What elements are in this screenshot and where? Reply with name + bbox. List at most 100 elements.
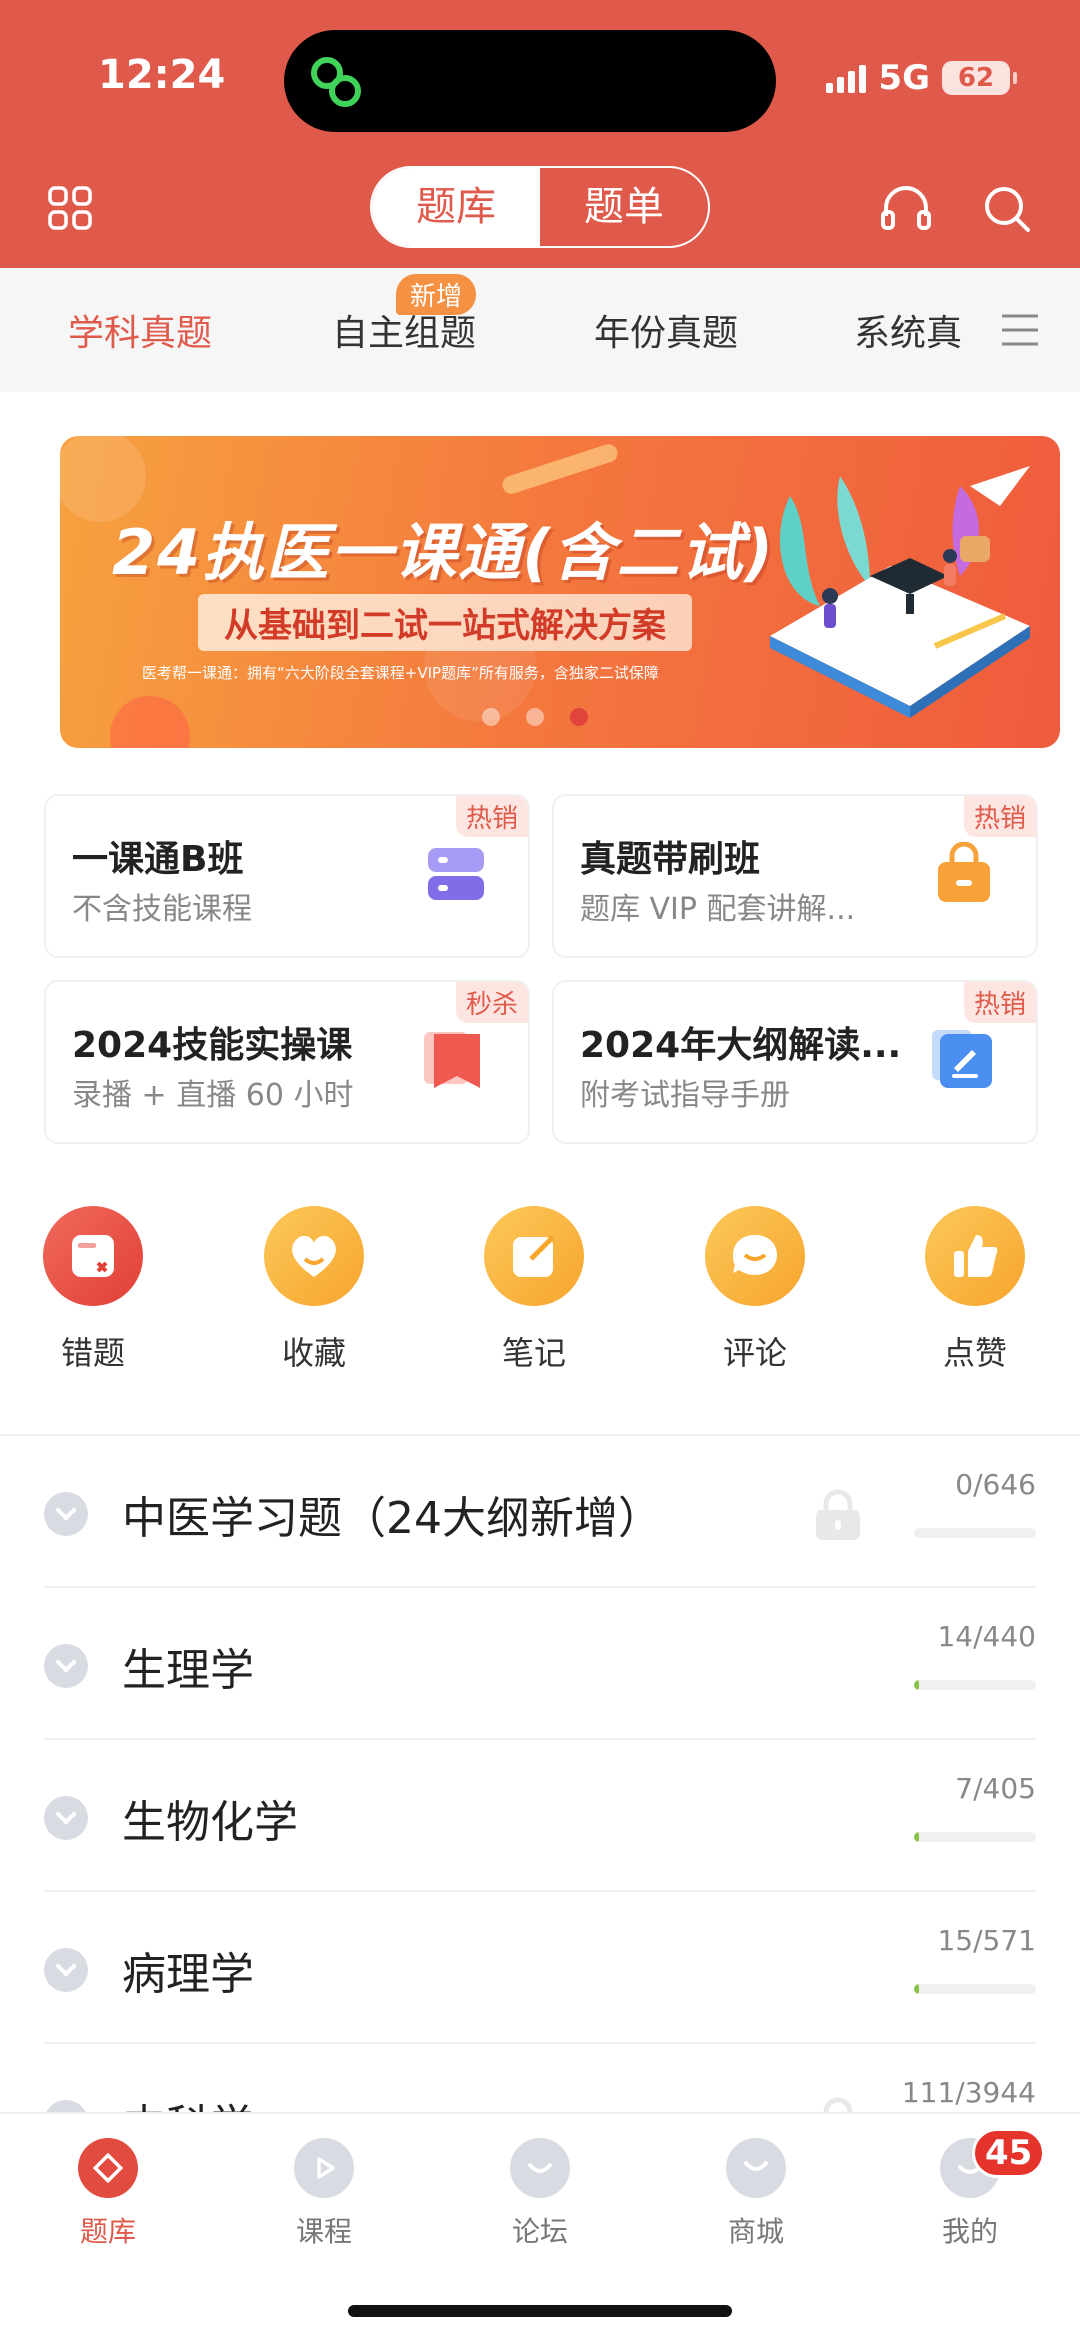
chevron-down-icon[interactable] (44, 1492, 88, 1536)
thumbs-up-icon (925, 1206, 1025, 1306)
course-card[interactable]: 真题带刷班 题库 VIP 配套讲解... 热销 (552, 794, 1038, 958)
headset-icon[interactable] (880, 184, 932, 232)
subject-progress-count: 15/571 (937, 1924, 1036, 1957)
action-label: 评论 (722, 1334, 787, 1372)
action-notes[interactable]: 笔记 (459, 1206, 609, 1374)
course-title: 2024年大纲解读... (580, 1025, 902, 1066)
subject-progress-count: 14/440 (937, 1620, 1036, 1653)
edit-icon (932, 1030, 992, 1088)
banner-dot[interactable] (526, 708, 544, 726)
nav-label: 我的 (941, 2215, 998, 2248)
subject-row[interactable]: 生物化学 7/405 (44, 1740, 1036, 1892)
hot-badge: 热销 (963, 982, 1036, 1023)
subject-row[interactable]: 病理学 15/571 (44, 1892, 1036, 2044)
action-label: 收藏 (281, 1334, 346, 1372)
heart-icon (264, 1206, 364, 1306)
shop-icon (726, 2138, 786, 2198)
new-badge: 新增 (396, 274, 477, 315)
play-icon (294, 2138, 354, 2198)
hot-badge: 热销 (455, 796, 528, 837)
app-header: 12:24 5G 62 题库 题单 (0, 0, 1080, 268)
subject-progress-bar (914, 1528, 1036, 1538)
subject-row[interactable]: 生理学 14/440 (44, 1588, 1036, 1740)
nav-courses[interactable]: 课程 (264, 2138, 384, 2250)
action-wrong-questions[interactable]: 错题 (18, 1206, 168, 1374)
promo-banner[interactable]: 24执医一课通(含二试) 从基础到二试一站式解决方案 医考帮一课通：拥有“六大阶… (60, 436, 1060, 748)
link-icon (311, 57, 361, 107)
forum-icon (510, 2138, 570, 2198)
chevron-down-icon[interactable] (44, 1948, 88, 1992)
layers-icon (428, 848, 484, 900)
question-bank-icon (78, 2138, 138, 2198)
subject-progress-count: 0/646 (955, 1468, 1036, 1501)
nav-forum[interactable]: 论坛 (480, 2138, 600, 2250)
banner-pagination (482, 708, 588, 726)
flash-sale-badge: 秒杀 (455, 982, 528, 1023)
grid-menu-icon[interactable] (48, 186, 92, 230)
nav-label: 论坛 (511, 2215, 568, 2248)
hot-badge: 热销 (963, 796, 1036, 837)
home-indicator (348, 2305, 732, 2317)
action-favorites[interactable]: 收藏 (239, 1206, 389, 1374)
subject-progress-bar (914, 1680, 1036, 1690)
subject-name: 中医学习题（24大纲新增） (122, 1493, 662, 1544)
book-illustration (770, 466, 1030, 718)
nav-label: 课程 (295, 2215, 352, 2248)
network-type: 5G (878, 58, 930, 98)
nav-shop[interactable]: 商城 (696, 2138, 816, 2250)
course-title: 真题带刷班 (580, 839, 761, 880)
lock-icon (816, 1489, 860, 1540)
subject-name: 生物化学 (122, 1797, 298, 1848)
banner-dot[interactable] (482, 708, 500, 726)
course-subtitle: 附考试指导手册 (580, 1078, 790, 1113)
banner-description: 医考帮一课通：拥有“六大阶段全套课程+VIP题库”所有服务，含独家二试保障 (142, 664, 659, 682)
status-time: 12:24 (98, 52, 226, 98)
action-label: 错题 (60, 1334, 125, 1372)
progress-fill (914, 1984, 919, 1994)
action-likes[interactable]: 点赞 (900, 1206, 1050, 1374)
dynamic-island (284, 30, 776, 132)
tab-subject-exams[interactable]: 学科真题 (68, 304, 212, 356)
wrong-question-icon (43, 1206, 143, 1306)
tab-year-exams[interactable]: 年份真题 (594, 304, 738, 356)
segment-switcher: 题库 题单 (370, 166, 710, 248)
subject-progress-bar (914, 1984, 1036, 1994)
course-card[interactable]: 一课通B班 不含技能课程 热销 (44, 794, 530, 958)
chevron-down-icon[interactable] (44, 1644, 88, 1688)
nav-label: 商城 (727, 2215, 784, 2248)
bookmark-icon (424, 1032, 480, 1088)
search-icon[interactable] (982, 184, 1032, 234)
course-subtitle: 题库 VIP 配套讲解... (580, 892, 856, 927)
action-label: 点赞 (942, 1334, 1007, 1372)
comment-icon (705, 1206, 805, 1306)
more-tabs-menu-icon[interactable] (1000, 312, 1040, 348)
chevron-down-icon[interactable] (44, 1796, 88, 1840)
banner-title: 24执医一课通(含二试) (112, 516, 775, 589)
banner-subtitle: 从基础到二试一站式解决方案 (198, 594, 692, 651)
banner-dot-active[interactable] (570, 708, 588, 726)
nav-question-bank[interactable]: 题库 (48, 2138, 168, 2250)
course-subtitle: 录播 + 直播 60 小时 (72, 1078, 354, 1113)
subject-row[interactable]: 中医学习题（24大纲新增） 0/646 (44, 1436, 1036, 1588)
subject-progress-bar (914, 1832, 1036, 1842)
note-icon (484, 1206, 584, 1306)
action-label: 笔记 (501, 1334, 566, 1372)
course-card[interactable]: 2024年大纲解读... 附考试指导手册 热销 (552, 980, 1038, 1144)
nav-label: 题库 (79, 2215, 136, 2248)
tab-system-exams[interactable]: 系统真 (854, 304, 962, 356)
progress-fill (914, 1832, 919, 1842)
subject-name: 生理学 (122, 1645, 254, 1696)
subject-progress-count: 7/405 (955, 1772, 1036, 1805)
course-title: 2024技能实操课 (72, 1025, 353, 1066)
signal-icon (826, 63, 867, 93)
subject-name: 病理学 (122, 1949, 254, 2000)
segment-question-list[interactable]: 题单 (540, 168, 708, 246)
bag-icon (938, 842, 990, 902)
course-subtitle: 不含技能课程 (72, 892, 252, 927)
progress-fill (914, 1680, 919, 1690)
subject-progress-count: 111/3944 (901, 2076, 1036, 2109)
action-comments[interactable]: 评论 (680, 1206, 830, 1374)
battery-icon: 62 (942, 61, 1017, 95)
segment-question-bank[interactable]: 题库 (372, 168, 540, 246)
course-card[interactable]: 2024技能实操课 录播 + 直播 60 小时 秒杀 (44, 980, 530, 1144)
